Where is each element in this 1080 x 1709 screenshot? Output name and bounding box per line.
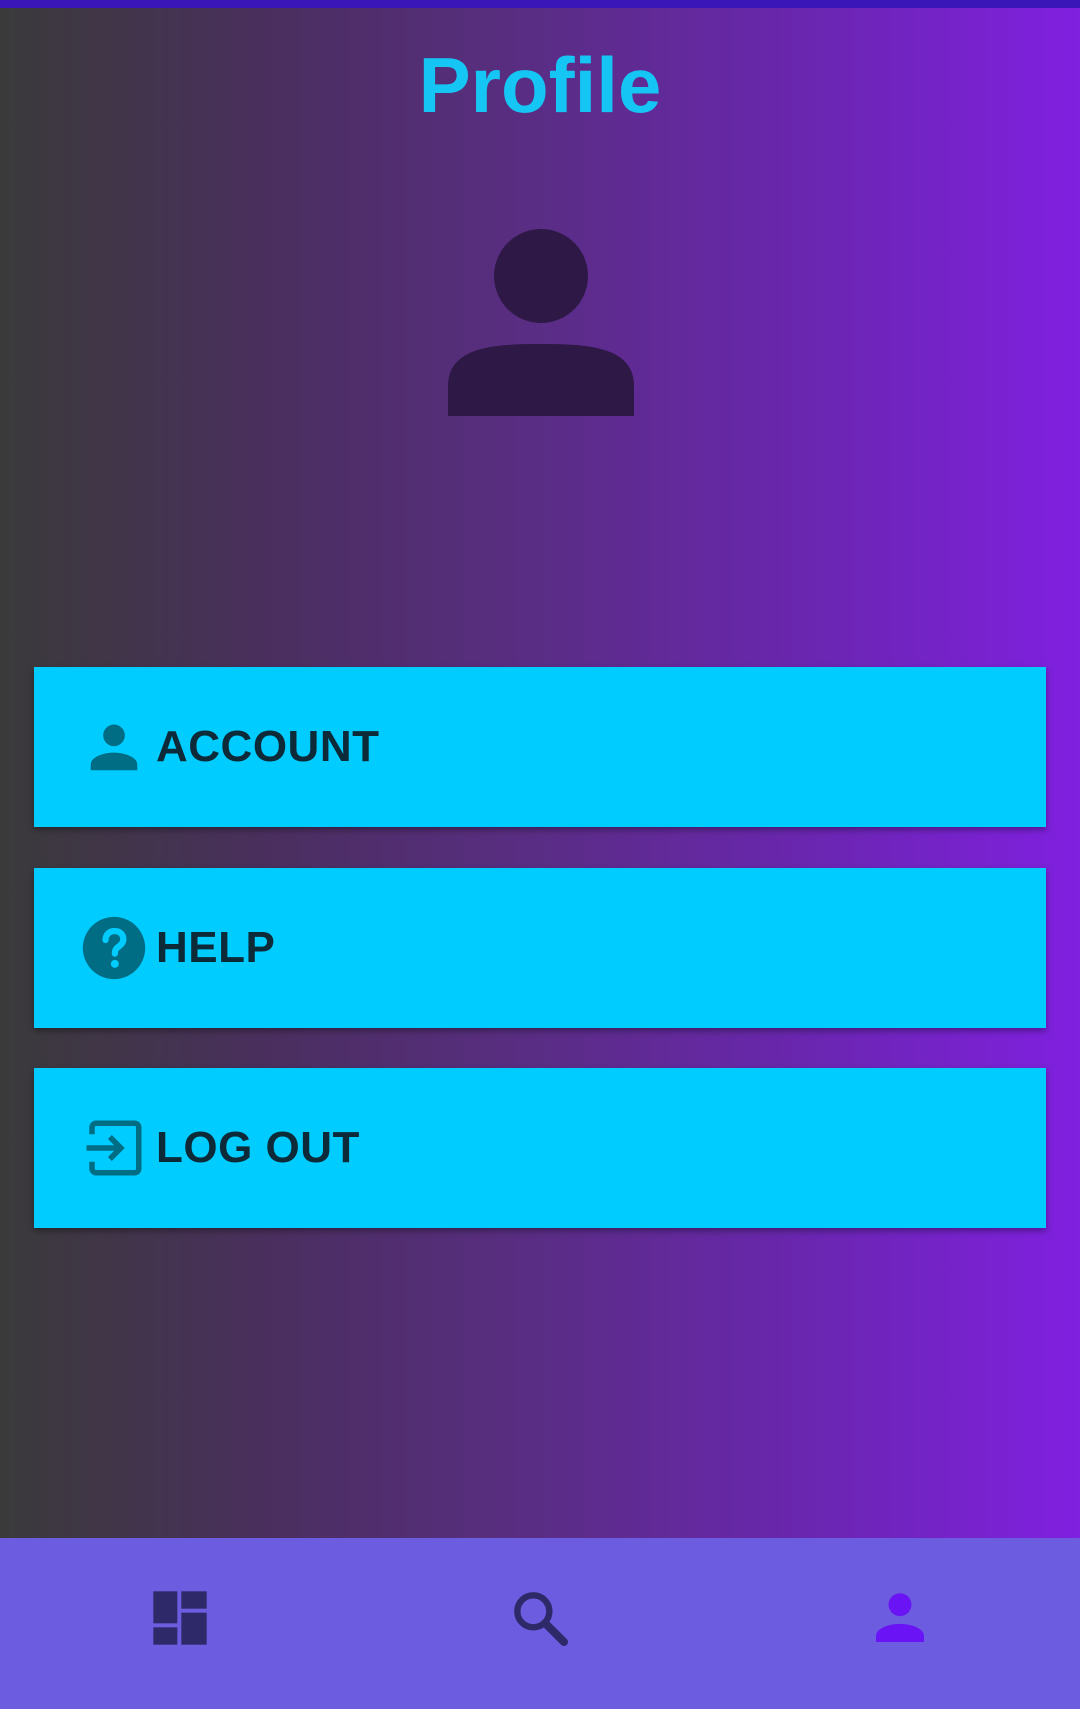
- logout-icon: [80, 1114, 148, 1182]
- page-title: Profile: [418, 41, 662, 129]
- account-label: ACCOUNT: [156, 722, 380, 771]
- avatar: [446, 226, 636, 416]
- person-icon: [80, 713, 148, 781]
- nav-profile[interactable]: [850, 1568, 950, 1668]
- account-button[interactable]: ACCOUNT: [34, 667, 1046, 827]
- logout-label: LOG OUT: [156, 1123, 360, 1172]
- help-label: HELP: [156, 923, 276, 972]
- logout-button[interactable]: LOG OUT: [34, 1068, 1046, 1228]
- person-icon: [876, 1593, 924, 1642]
- status-bar: [0, 0, 1080, 8]
- search-icon: [514, 1592, 568, 1646]
- bottom-navigation: [0, 1538, 1080, 1709]
- dashboard-icon: [153, 1591, 207, 1645]
- help-circle-icon: [80, 914, 148, 982]
- help-button[interactable]: HELP: [34, 868, 1046, 1028]
- nav-search[interactable]: [490, 1568, 590, 1668]
- person-icon: [448, 229, 634, 416]
- nav-dashboard[interactable]: [130, 1568, 230, 1668]
